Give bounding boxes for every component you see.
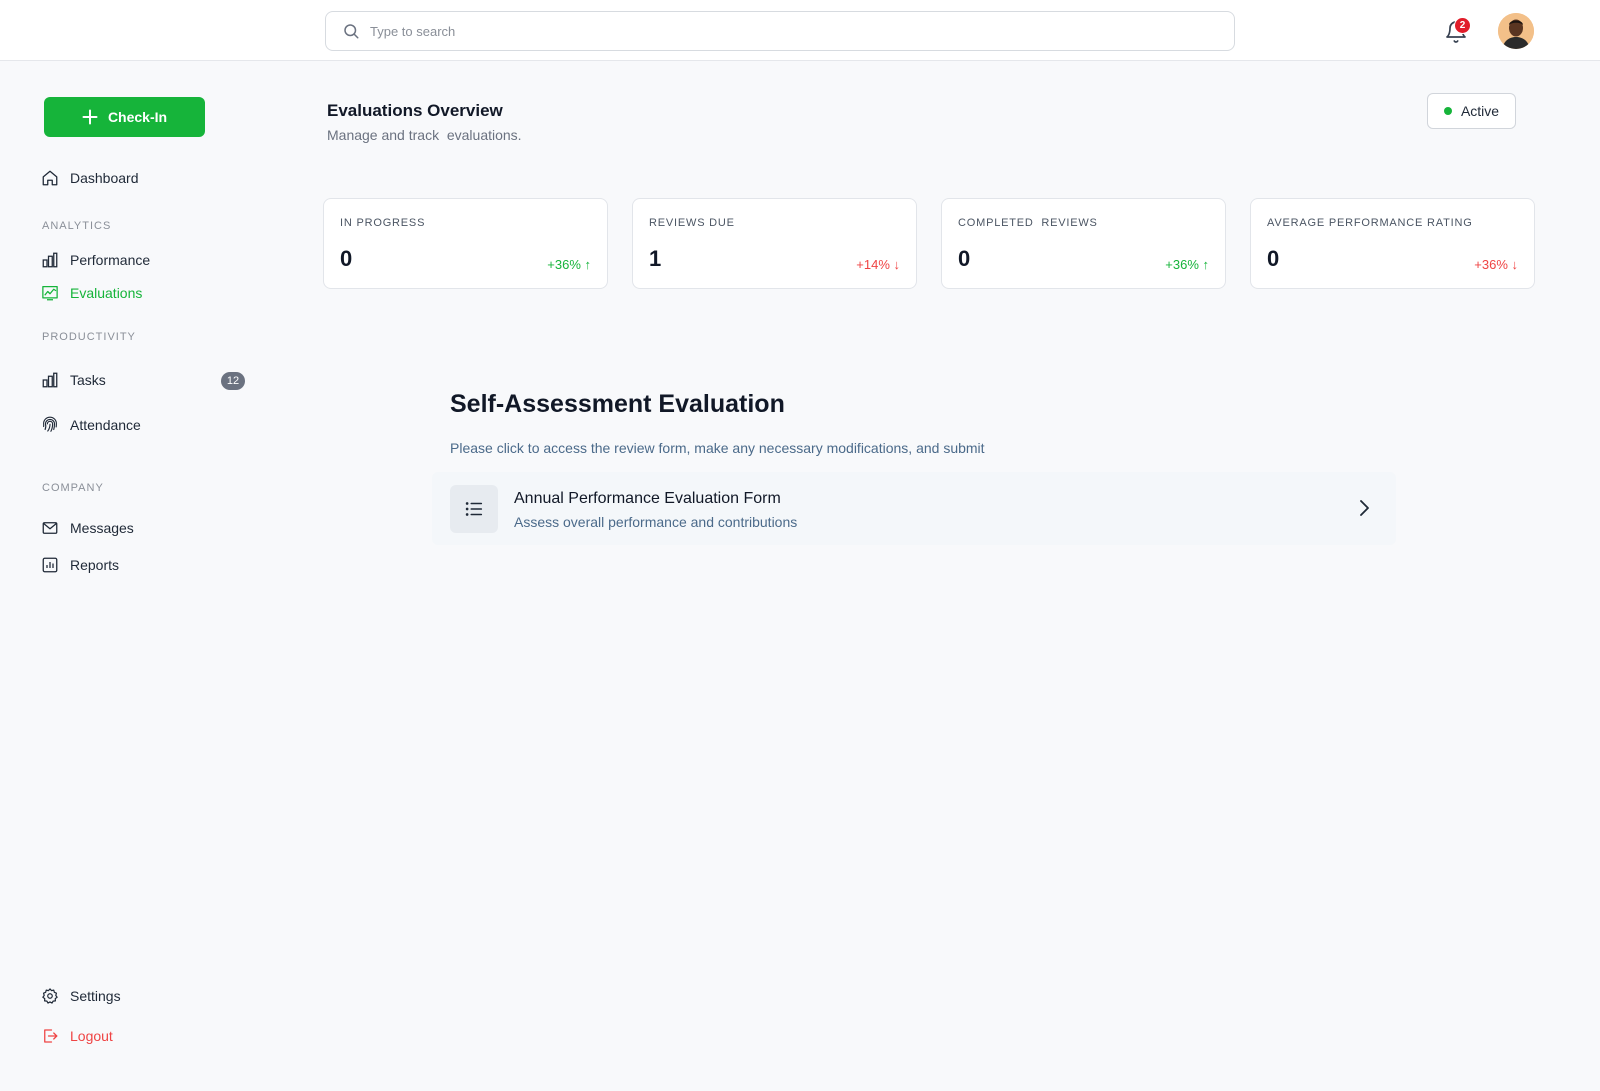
sidebar-item-label: Logout [70,1028,113,1044]
stat-change: +36% ↑ [1165,257,1209,272]
stat-change: +14% ↓ [856,257,900,272]
mail-icon [42,522,58,534]
list-icon [450,485,498,533]
stat-card-completed-reviews: COMPLETED REVIEWS 0 +36% ↑ [941,198,1226,289]
stat-value: 1 [649,246,662,271]
stat-card-in-progress: IN PROGRESS 0 +36% ↑ [323,198,608,289]
sidebar-item-label: Attendance [70,417,141,433]
sidebar-item-label: Messages [70,520,134,536]
chevron-right-icon[interactable] [1356,498,1372,518]
sidebar-item-performance[interactable]: Performance [41,249,150,271]
form-title: Annual Performance Evaluation Form [514,490,781,507]
report-chart-icon [42,557,58,573]
section-label-productivity: PRODUCTIVITY [42,331,136,343]
stat-change: +36% ↓ [1474,257,1518,272]
bar-chart-icon [42,252,58,268]
status-label: Active [1460,103,1500,119]
plus-icon [82,109,98,125]
sidebar-item-label: Reports [70,557,120,573]
page-title: Evaluations Overview [327,101,503,120]
sidebar-item-evaluations[interactable]: Evaluations [41,282,142,304]
sidebar-item-label: Settings [70,988,121,1004]
form-subtitle: Assess overall performance and contribut… [514,514,798,530]
status-button[interactable]: Active [1427,93,1516,129]
sidebar-item-attendance[interactable]: Attendance [41,414,141,436]
section-label-analytics: ANALYTICS [42,220,112,232]
notification-badge: 2 [1454,17,1471,34]
stat-card-average-rating: AVERAGE PERFORMANCE RATING 0 +36% ↓ [1250,198,1535,289]
fingerprint-icon [43,416,57,432]
sidebar-item-label: Performance [70,252,151,268]
stat-value: 0 [1267,246,1280,271]
section-label-company: COMPANY [42,482,104,494]
sidebar-item-reports[interactable]: Reports [41,554,119,576]
sidebar-item-label: Dashboard [70,170,139,186]
stat-card-reviews-due: REVIEWS DUE 1 +14% ↓ [632,198,917,289]
tasks-count-badge: 12 [221,372,245,390]
sidebar-item-tasks[interactable]: Tasks [41,369,106,391]
sidebar-item-label: Tasks [70,372,106,388]
stat-label: REVIEWS DUE [649,217,735,229]
stat-change: +36% ↑ [547,257,591,272]
check-in-label: Check-In [107,109,168,125]
sidebar-item-label: Evaluations [70,285,143,301]
gear-icon [42,988,58,1004]
sidebar-item-logout[interactable]: Logout [41,1025,113,1047]
top-bar: 2 [0,0,1600,61]
bar-chart-icon [42,372,58,388]
stat-label: COMPLETED REVIEWS [958,217,1098,229]
section-title: Self-Assessment Evaluation [450,390,785,418]
stat-label: AVERAGE PERFORMANCE RATING [1267,217,1473,229]
stat-label: IN PROGRESS [340,217,426,229]
stat-value: 0 [958,246,971,271]
avatar[interactable] [1498,13,1534,49]
page-subtitle: Manage and track evaluations. [327,127,522,143]
sidebar-item-dashboard[interactable]: Dashboard [41,167,139,189]
chart-board-icon [42,285,58,301]
sidebar-item-settings[interactable]: Settings [41,985,121,1007]
search-bar[interactable] [325,11,1235,51]
status-dot-icon [1443,107,1452,115]
evaluation-form-link[interactable]: Annual Performance Evaluation Form Asses… [432,472,1396,545]
home-icon [42,170,58,186]
search-input[interactable] [370,23,1170,39]
search-icon [344,24,359,39]
stat-value: 0 [340,246,353,271]
section-description: Please click to access the review form, … [450,440,985,456]
sidebar-item-messages[interactable]: Messages [41,517,134,539]
check-in-button[interactable]: Check-In [44,97,205,137]
logout-icon [44,1029,58,1043]
